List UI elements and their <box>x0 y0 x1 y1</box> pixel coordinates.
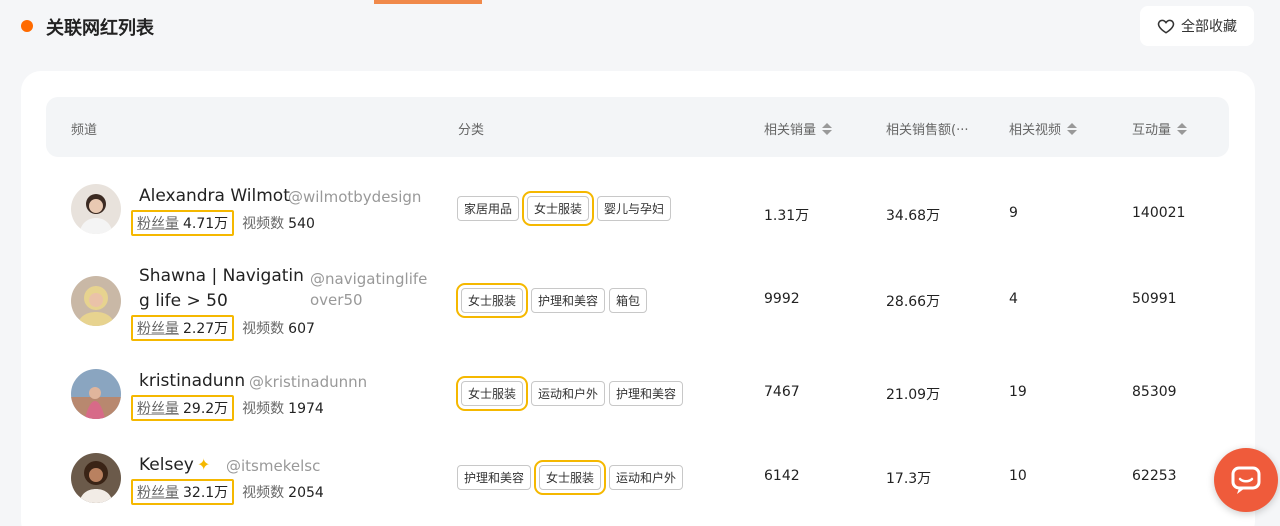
avatar[interactable] <box>71 369 121 419</box>
category-tag: 婴儿与孕妇 <box>597 196 672 221</box>
avatar[interactable] <box>71 276 121 326</box>
video-count: 视频数 1974 <box>242 401 324 417</box>
influencer-stats: 粉丝量 29.2万 视频数 1974 <box>131 395 324 421</box>
influencer-table-card: 频道 分类 相关销量 相关销售额(··· 相关视频 互动量 Alexandra … <box>21 71 1255 526</box>
section-header: 关联网红列表 全部收藏 <box>0 0 1280 60</box>
fans-count: 粉丝量 4.71万 <box>131 210 235 236</box>
sort-icon[interactable] <box>1177 122 1188 135</box>
sales-value: 6142 <box>764 468 800 484</box>
sort-icon[interactable] <box>1067 122 1078 135</box>
category-tag: 运动和户外 <box>609 465 684 490</box>
sparkle-icon: ✦ <box>197 455 211 474</box>
revenue-value: 28.66万 <box>886 294 941 310</box>
video-count: 视频数 540 <box>242 216 315 232</box>
table-row[interactable]: Alexandra Wilmot @wilmotbydesign 粉丝量 4.71… <box>21 176 1255 246</box>
influencer-name[interactable]: Alexandra Wilmot <box>139 184 290 208</box>
avatar[interactable] <box>71 184 121 234</box>
engagement-value: 50991 <box>1132 291 1177 307</box>
category-tag: 护理和美容 <box>609 381 684 406</box>
column-header-sales[interactable]: 相关销量 <box>764 119 833 138</box>
category-tags: 女士服装 护理和美容 箱包 <box>455 283 648 318</box>
chat-bubble-icon <box>1231 466 1261 494</box>
column-header-videos[interactable]: 相关视频 <box>1009 119 1078 138</box>
video-count: 视频数 2054 <box>242 485 324 501</box>
section-title: 关联网红列表 <box>46 18 154 39</box>
chat-support-button[interactable] <box>1214 448 1278 512</box>
engagement-value: 62253 <box>1132 468 1177 484</box>
table-row[interactable]: Shawna | Navigatin g life > 50 @navigati… <box>21 261 1255 341</box>
revenue-value: 21.09万 <box>886 387 941 403</box>
revenue-value: 17.3万 <box>886 471 932 487</box>
related-videos-value: 19 <box>1009 384 1027 400</box>
sales-value: 7467 <box>764 384 800 400</box>
influencer-handle-line1: @navigatinglife <box>310 270 428 288</box>
category-tag: 运动和户外 <box>531 381 606 406</box>
influencer-name[interactable]: kristinadunn <box>139 369 245 393</box>
column-header-channel: 频道 <box>71 123 98 138</box>
related-videos-value: 4 <box>1009 291 1018 307</box>
category-tags: 家居用品 女士服装 婴儿与孕妇 <box>457 191 672 226</box>
category-tag: 箱包 <box>609 288 648 313</box>
influencer-handle-line2: over50 <box>310 291 363 309</box>
table-row[interactable]: kristinadunn @kristinadunnn 粉丝量 29.2万 视频数… <box>21 365 1255 435</box>
related-videos-value: 10 <box>1009 468 1027 484</box>
related-videos-value: 9 <box>1009 205 1018 221</box>
revenue-value: 34.68万 <box>886 208 941 224</box>
influencer-stats: 粉丝量 4.71万 视频数 540 <box>131 210 315 236</box>
sales-value: 9992 <box>764 291 800 307</box>
column-header-revenue[interactable]: 相关销售额(··· <box>886 119 968 138</box>
category-tag: 护理和美容 <box>531 288 606 313</box>
video-count: 视频数 607 <box>242 321 315 337</box>
influencer-handle: @wilmotbydesign <box>288 188 422 206</box>
fans-count: 粉丝量 29.2万 <box>131 395 235 421</box>
sort-icon[interactable] <box>822 122 833 135</box>
orange-dot-icon <box>21 20 33 32</box>
category-tags: 护理和美容 女士服装 运动和户外 <box>457 460 684 495</box>
category-tag: 女士服装 <box>455 283 529 318</box>
engagement-value: 140021 <box>1132 205 1186 221</box>
favorite-all-button[interactable]: 全部收藏 <box>1140 6 1254 46</box>
favorite-all-label: 全部收藏 <box>1181 19 1237 35</box>
category-tag: 女士服装 <box>522 191 595 226</box>
category-tags: 女士服装 运动和户外 护理和美容 <box>455 376 684 411</box>
influencer-name[interactable]: Kelsey <box>139 453 194 477</box>
influencer-handle: @kristinadunnn <box>249 373 368 391</box>
fans-count: 粉丝量 32.1万 <box>131 479 235 505</box>
heart-icon <box>1157 19 1175 34</box>
category-tag: 女士服装 <box>534 460 607 495</box>
influencer-name-line1[interactable]: Shawna | Navigatin <box>139 264 304 288</box>
influencer-stats: 粉丝量 2.27万 视频数 607 <box>131 315 315 341</box>
category-tag: 护理和美容 <box>457 465 532 490</box>
sales-value: 1.31万 <box>764 208 810 224</box>
column-header-category: 分类 <box>458 123 485 138</box>
influencer-stats: 粉丝量 32.1万 视频数 2054 <box>131 479 324 505</box>
table-row[interactable]: Kelsey ✦ @itsmekelsc 粉丝量 32.1万 视频数 2054 护理… <box>21 449 1255 519</box>
category-tag: 女士服装 <box>455 376 529 411</box>
column-header-engagement[interactable]: 互动量 <box>1132 119 1188 138</box>
category-tag: 家居用品 <box>457 196 520 221</box>
table-header: 频道 分类 相关销量 相关销售额(··· 相关视频 互动量 <box>46 97 1229 157</box>
influencer-handle: @itsmekelsc <box>226 457 321 475</box>
fans-count: 粉丝量 2.27万 <box>131 315 235 341</box>
engagement-value: 85309 <box>1132 384 1177 400</box>
avatar[interactable] <box>71 453 121 503</box>
influencer-name-line2[interactable]: g life > 50 <box>139 289 228 313</box>
